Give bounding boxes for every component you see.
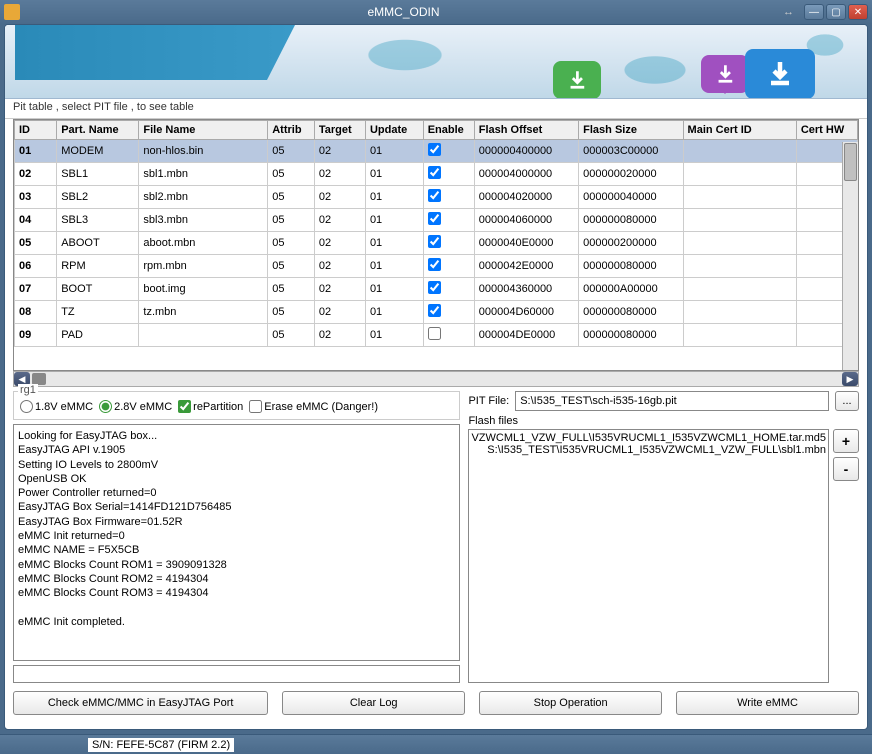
column-header[interactable]: Part. Name <box>57 121 139 140</box>
table-row[interactable]: 01MODEMnon-hlos.bin050201000000400000000… <box>15 140 858 163</box>
list-item[interactable]: VZWCML1_VZW_FULL\I535VRUCML1_I535VZWCML1… <box>471 432 826 444</box>
window-title: eMMC_ODIN <box>24 5 783 19</box>
resize-handle-icon[interactable]: ↔ <box>783 6 794 18</box>
check-emmc-button[interactable]: Check eMMC/MMC in EasyJTAG Port <box>13 691 268 715</box>
enable-checkbox[interactable] <box>428 327 441 340</box>
flash-files-list[interactable]: VZWCML1_VZW_FULL\I535VRUCML1_I535VZWCML1… <box>468 429 829 683</box>
table-row[interactable]: 02SBL1sbl1.mbn05020100000400000000000002… <box>15 163 858 186</box>
column-header[interactable]: ID <box>15 121 57 140</box>
tab-strip: Pit table , select PIT file , to see tab… <box>5 99 867 119</box>
table-row[interactable]: 06RPMrpm.mbn0502010000042E00000000000800… <box>15 255 858 278</box>
table-vscrollbar[interactable] <box>842 142 858 370</box>
options-group: rg1 1.8V eMMC 2.8V eMMC rePartition Eras… <box>13 391 460 420</box>
table-row[interactable]: 04SBL3sbl3.mbn05020100000406000000000008… <box>15 209 858 232</box>
column-header[interactable]: File Name <box>139 121 268 140</box>
titlebar[interactable]: eMMC_ODIN ↔ — ▢ ✕ <box>0 0 872 24</box>
tab-pit-table[interactable]: Pit table , select PIT file , to see tab… <box>13 101 194 113</box>
enable-checkbox[interactable] <box>428 235 441 248</box>
write-emmc-button[interactable]: Write eMMC <box>676 691 859 715</box>
column-header[interactable]: Cert HW <box>796 121 857 140</box>
clear-log-button[interactable]: Clear Log <box>282 691 465 715</box>
column-header[interactable]: Enable <box>423 121 474 140</box>
table-hscrollbar[interactable]: ◀ ▶ <box>13 371 859 387</box>
remove-flash-button[interactable]: - <box>833 457 859 481</box>
download-icon <box>701 55 749 93</box>
download-icon <box>745 49 815 99</box>
enable-checkbox[interactable] <box>428 166 441 179</box>
progress-bar <box>13 665 460 683</box>
column-header[interactable]: Main Cert ID <box>683 121 796 140</box>
column-header[interactable]: Flash Offset <box>474 121 578 140</box>
enable-checkbox[interactable] <box>428 281 441 294</box>
download-icon <box>553 61 601 99</box>
pit-file-input[interactable] <box>515 391 829 411</box>
enable-checkbox[interactable] <box>428 212 441 225</box>
column-header[interactable]: Attrib <box>268 121 315 140</box>
radio-28v[interactable]: 2.8V eMMC <box>99 400 172 413</box>
column-header[interactable]: Update <box>365 121 423 140</box>
enable-checkbox[interactable] <box>428 304 441 317</box>
serial-number: S/N: FEFE-5C87 (FIRM 2.2) <box>88 738 234 752</box>
table-row[interactable]: 08TZtz.mbn050201000004D60000000000080000 <box>15 301 858 324</box>
close-button[interactable]: ✕ <box>848 4 868 20</box>
pit-file-label: PIT File: <box>468 395 509 407</box>
table-row[interactable]: 05ABOOTaboot.mbn0502010000040E0000000000… <box>15 232 858 255</box>
table-row[interactable]: 03SBL2sbl2.mbn05020100000402000000000004… <box>15 186 858 209</box>
maximize-button[interactable]: ▢ <box>826 4 846 20</box>
flash-files-label: Flash files <box>468 415 859 427</box>
enable-checkbox[interactable] <box>428 258 441 271</box>
app-icon <box>4 4 20 20</box>
browse-pit-button[interactable]: ... <box>835 391 859 411</box>
checkbox-repartition[interactable]: rePartition <box>178 400 243 413</box>
minimize-button[interactable]: — <box>804 4 824 20</box>
table-row[interactable]: 07BOOTboot.img050201000004360000000000A0… <box>15 278 858 301</box>
radio-18v[interactable]: 1.8V eMMC <box>20 400 93 413</box>
table-row[interactable]: 09PAD050201000004DE0000000000080000 <box>15 324 858 347</box>
log-output[interactable]: Looking for EasyJTAG box... EasyJTAG API… <box>13 424 460 661</box>
list-item[interactable]: S:\I535_TEST\I535VRUCML1_I535VZWCML1_VZW… <box>471 444 826 456</box>
enable-checkbox[interactable] <box>428 189 441 202</box>
checkbox-erase[interactable]: Erase eMMC (Danger!) <box>249 400 378 413</box>
column-header[interactable]: Target <box>314 121 365 140</box>
statusbar: S/N: FEFE-5C87 (FIRM 2.2) <box>0 734 872 754</box>
group-label: rg1 <box>18 384 38 396</box>
stop-operation-button[interactable]: Stop Operation <box>479 691 662 715</box>
enable-checkbox[interactable] <box>428 143 441 156</box>
pit-table[interactable]: IDPart. NameFile NameAttribTargetUpdateE… <box>13 119 859 371</box>
banner <box>5 25 867 99</box>
scroll-right-button[interactable]: ▶ <box>842 372 858 386</box>
add-flash-button[interactable]: + <box>833 429 859 453</box>
column-header[interactable]: Flash Size <box>579 121 683 140</box>
